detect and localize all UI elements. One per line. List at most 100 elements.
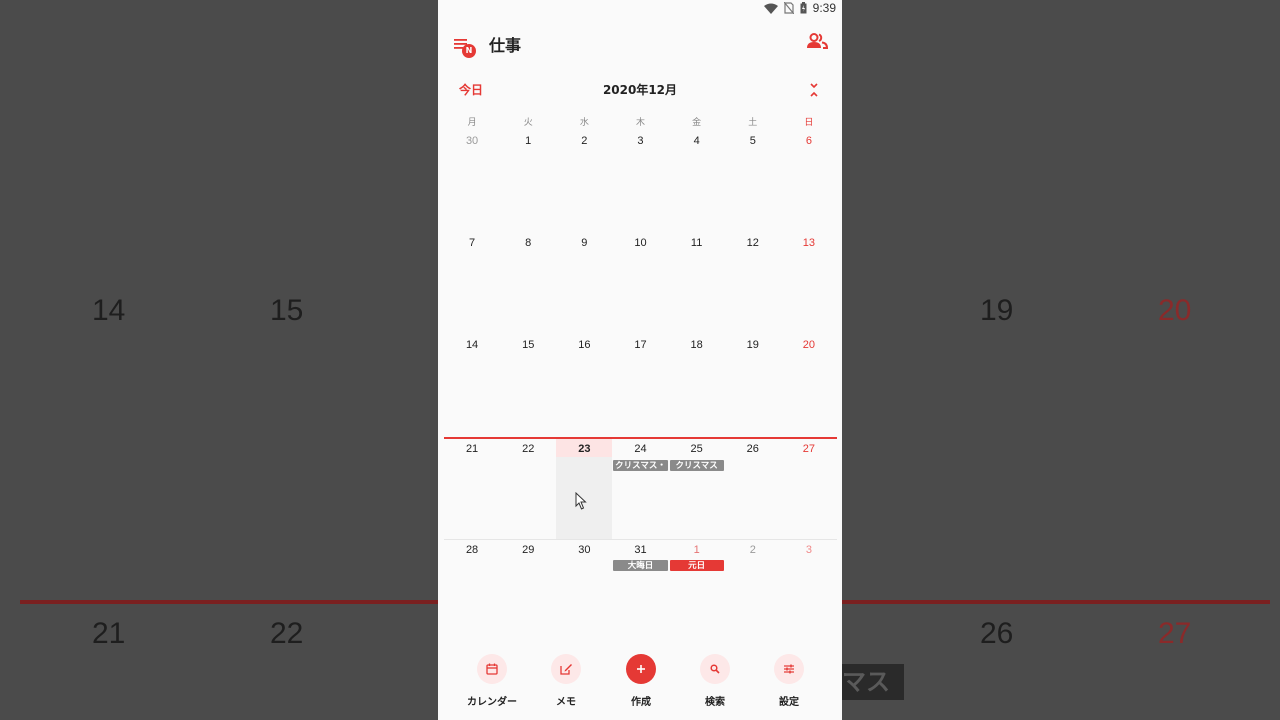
new-badge: N: [462, 44, 476, 58]
week-row: 14 15 16 17 18 19 20: [444, 335, 837, 437]
status-bar: 9:39: [438, 0, 842, 18]
day-cell[interactable]: 2: [556, 131, 612, 233]
day-number: 24: [634, 443, 647, 455]
month-grid: 30 1 2 3 4 5 6 7 8 9 10 11 12 13 14 15 1…: [444, 131, 837, 641]
edit-icon: [551, 654, 581, 684]
day-cell[interactable]: 6: [781, 131, 837, 233]
plus-icon: [626, 654, 656, 684]
day-number: 31: [634, 544, 647, 556]
day-cell[interactable]: 20: [781, 335, 837, 437]
nav-label: 検索: [705, 697, 725, 708]
bg-day-number: 14: [92, 294, 126, 327]
collapse-button[interactable]: [808, 82, 820, 98]
event-chip[interactable]: クリスマス・: [613, 460, 668, 471]
nav-calendar[interactable]: カレンダー: [455, 652, 529, 708]
day-cell[interactable]: 24 クリスマス・: [612, 439, 668, 539]
mouse-cursor-icon: [575, 491, 587, 514]
day-cell[interactable]: 28: [444, 540, 500, 641]
collapse-chevrons-icon: [808, 83, 820, 102]
event-chip[interactable]: 大晦日: [613, 560, 668, 571]
day-cell[interactable]: 30: [444, 131, 500, 233]
day-cell[interactable]: 18: [669, 335, 725, 437]
weekday-label: 土: [748, 118, 758, 128]
day-cell[interactable]: 30: [556, 540, 612, 641]
week-row-current: 21 22 23 24 クリスマス・ 25 クリスマス 26 27: [444, 437, 837, 539]
battery-icon: [800, 2, 807, 14]
day-cell[interactable]: 3: [612, 131, 668, 233]
day-cell[interactable]: 27: [781, 439, 837, 539]
bg-day-number: 19: [980, 294, 1014, 327]
day-cell[interactable]: 13: [781, 233, 837, 335]
settings-sliders-icon: [774, 654, 804, 684]
nav-memo[interactable]: メモ: [529, 652, 603, 708]
wifi-icon: [763, 3, 778, 14]
bg-day-number: 20: [1158, 294, 1192, 327]
page-title: 仕事: [489, 36, 522, 55]
day-cell[interactable]: 25 クリスマス: [669, 439, 725, 539]
weekday-label: 日: [804, 118, 814, 128]
weekday-label: 木: [635, 118, 645, 128]
day-cell[interactable]: 31 大晦日: [612, 540, 668, 641]
bg-day-number: 27: [1158, 617, 1192, 650]
day-cell[interactable]: 16: [556, 335, 612, 437]
weekday-label: 金: [692, 118, 702, 128]
bg-event-chip: マス: [842, 664, 904, 700]
day-cell[interactable]: 22: [500, 439, 556, 539]
today-number: 23: [556, 439, 613, 457]
week-row: 28 29 30 31 大晦日 1 元日 2 3: [444, 539, 837, 641]
day-cell[interactable]: 11: [669, 233, 725, 335]
nav-label: 設定: [779, 697, 799, 708]
day-cell[interactable]: 19: [725, 335, 781, 437]
phone-screen: 9:39 N 仕事 今日 2020年12月 月 火 水 木 金 土 日 30 1…: [438, 0, 842, 720]
nav-label: 作成: [631, 697, 651, 708]
day-cell[interactable]: 8: [500, 233, 556, 335]
nav-create[interactable]: 作成: [604, 652, 678, 708]
day-cell[interactable]: 14: [444, 335, 500, 437]
month-title[interactable]: 2020年12月: [438, 81, 842, 98]
nav-settings[interactable]: 設定: [752, 652, 826, 708]
bg-day-number: 15: [270, 294, 304, 327]
day-cell[interactable]: 29: [500, 540, 556, 641]
calendar-header: 今日 2020年12月: [438, 80, 842, 102]
day-number: 25: [690, 443, 703, 455]
weekday-label: 水: [579, 118, 589, 128]
day-cell[interactable]: 26: [725, 439, 781, 539]
nav-label: カレンダー: [467, 697, 517, 708]
calendar-list-menu-button[interactable]: N: [452, 34, 478, 60]
day-cell[interactable]: 2: [725, 540, 781, 641]
bottom-nav: カレンダー メモ 作成 検索 設定: [438, 652, 842, 720]
day-cell[interactable]: 4: [669, 131, 725, 233]
weekday-label: 火: [523, 118, 533, 128]
day-cell[interactable]: 10: [612, 233, 668, 335]
people-icon: [806, 33, 829, 53]
clock: 9:39: [812, 1, 836, 15]
no-sim-icon: [783, 2, 794, 14]
weekday-row: 月 火 水 木 金 土 日: [444, 115, 837, 128]
bg-day-number: 22: [270, 617, 304, 650]
week-row: 30 1 2 3 4 5 6: [444, 131, 837, 233]
event-chip[interactable]: クリスマス: [669, 460, 724, 471]
app-bar: N 仕事: [438, 28, 842, 60]
week-row: 7 8 9 10 11 12 13: [444, 233, 837, 335]
calendar-icon: [477, 654, 507, 684]
event-chip-holiday[interactable]: 元日: [669, 560, 724, 571]
day-cell-today[interactable]: 23: [556, 439, 613, 539]
search-icon: [700, 654, 730, 684]
day-cell[interactable]: 12: [725, 233, 781, 335]
nav-label: メモ: [556, 697, 576, 708]
day-cell[interactable]: 17: [612, 335, 668, 437]
bg-day-number: 21: [92, 617, 126, 650]
share-members-button[interactable]: [806, 33, 830, 55]
day-cell[interactable]: 3: [781, 540, 837, 641]
weekday-label: 月: [467, 118, 477, 128]
bg-day-number: 26: [980, 617, 1014, 650]
day-cell[interactable]: 5: [725, 131, 781, 233]
day-cell[interactable]: 1 元日: [669, 540, 725, 641]
day-cell[interactable]: 1: [500, 131, 556, 233]
day-cell[interactable]: 15: [500, 335, 556, 437]
day-cell[interactable]: 21: [444, 439, 500, 539]
nav-search[interactable]: 検索: [678, 652, 752, 708]
day-cell[interactable]: 7: [444, 233, 500, 335]
day-number: 1: [693, 544, 700, 556]
day-cell[interactable]: 9: [556, 233, 612, 335]
